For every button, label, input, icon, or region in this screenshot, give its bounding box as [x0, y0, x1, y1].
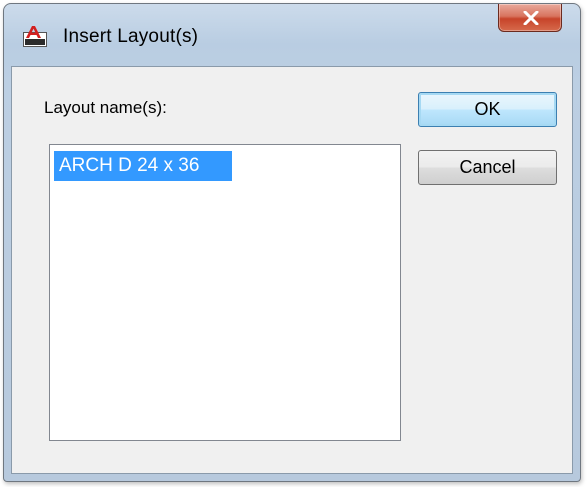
layout-names-label: Layout name(s):: [44, 98, 167, 117]
ok-button[interactable]: OK: [418, 92, 557, 127]
layout-names-listbox[interactable]: ARCH D 24 x 36: [49, 144, 401, 441]
close-button[interactable]: [498, 4, 562, 32]
autocad-icon: [23, 25, 47, 47]
insert-layout-dialog: Insert Layout(s) Layout name(s): ARCH D …: [3, 3, 581, 482]
close-icon: [523, 11, 539, 25]
list-item[interactable]: ARCH D 24 x 36: [54, 151, 232, 181]
dialog-body: Layout name(s): ARCH D 24 x 36 OK Cancel: [11, 66, 573, 474]
title-bar[interactable]: Insert Layout(s): [4, 4, 580, 66]
cancel-button[interactable]: Cancel: [418, 150, 557, 185]
window-title: Insert Layout(s): [63, 26, 199, 47]
